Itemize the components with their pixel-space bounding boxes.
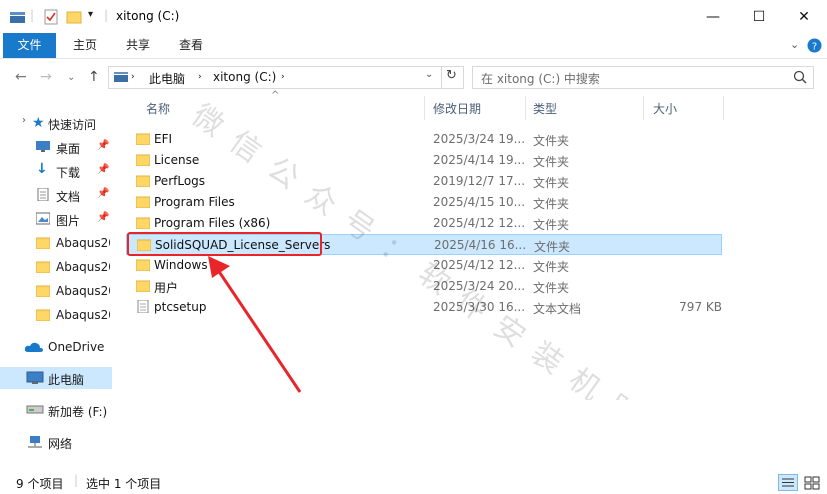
window-title: xitong (C:) [116,9,180,23]
column-divider [424,96,425,120]
desktop-icon [36,141,50,152]
folder-icon [136,217,150,229]
computer-icon [114,72,128,82]
pin-icon: 📌 [97,212,110,223]
drive-icon [26,405,44,414]
sidebar-item-folder[interactable]: Abaqus20 [0,280,112,302]
address-bar[interactable]: › 此电脑 › xitong (C:) › ⌄ ↻ [108,66,464,89]
sidebar-item-this-pc[interactable]: 此电脑 [0,367,112,389]
folder-icon [36,309,50,321]
details-view-icon[interactable] [778,474,798,491]
folder-icon [36,237,50,249]
folder-icon [36,285,50,297]
address-divider [441,67,442,88]
expand-arrow-icon[interactable]: › [22,115,26,126]
search-icon[interactable] [793,70,807,84]
search-box[interactable]: 在 xitong (C:) 中搜索 [472,66,814,89]
column-header-size[interactable]: 大小 [653,100,677,117]
pin-icon: 📌 [97,188,110,199]
item-count: 9 个项目 [16,477,64,491]
breadcrumb-chevron-icon: › [131,72,135,82]
maximize-button[interactable]: ☐ [736,0,782,33]
sidebar-item-folder[interactable]: Abaqus20 [0,232,112,254]
column-divider [525,96,526,120]
sidebar-item-pictures[interactable]: 图片 📌 [0,208,112,230]
new-folder-icon[interactable] [66,9,82,25]
annotation-arrow-icon [208,256,302,393]
tab-share[interactable]: 共享 [114,33,162,58]
pin-icon: 📌 [97,164,110,175]
sidebar-item-drive-f[interactable]: 新加卷 (F:) [0,399,112,421]
title-bar: | ▾ | xitong (C:) — ☐ ✕ [0,0,827,33]
recent-locations-icon[interactable]: ⌄ [67,72,75,83]
column-header-type[interactable]: 类型 [533,100,557,117]
folder-icon [136,154,150,166]
download-icon: ↓ [36,161,48,177]
column-header-modified[interactable]: 修改日期 [433,100,481,117]
column-divider [643,96,644,120]
svg-text:?: ? [812,42,817,53]
up-icon[interactable]: ↑ [88,69,100,85]
network-icon [28,436,42,448]
pin-icon: 📌 [97,140,110,151]
tab-view[interactable]: 查看 [167,33,215,58]
customize-toolbar-icon[interactable]: ▾ [88,9,93,20]
file-row[interactable]: License 2025/4/14 19... 文件夹 [126,150,722,171]
sort-ascending-icon: ^ [271,90,280,101]
text-file-icon [137,300,149,313]
document-icon [37,188,49,201]
breadcrumb-drive[interactable]: xitong (C:) [213,70,276,84]
navigation-pane: › ★ 快速访问 桌面 📌 ↓ 下载 📌 文档 📌 图片 📌 Abaqus20 … [0,98,112,468]
large-icons-view-icon[interactable] [802,474,822,491]
column-header-name[interactable]: 名称 [146,100,170,117]
forward-icon[interactable]: → [40,69,52,85]
file-row[interactable]: Program Files (x86) 2025/4/12 12... 文件夹 [126,213,722,234]
computer-icon [26,371,44,384]
status-divider: | [74,473,79,487]
title-separator-2: | [104,8,109,22]
sidebar-item-folder[interactable]: Abaqus20 [0,304,112,326]
status-bar: 9 个项目 | 选中 1 个项目 [0,472,827,494]
ribbon-tabs: 文件 主页 共享 查看 ⌄ ? [0,33,827,59]
file-row[interactable]: PerfLogs 2019/12/7 17... 文件夹 [126,171,722,192]
address-dropdown-icon[interactable]: ⌄ [425,69,433,80]
back-icon[interactable]: ← [15,69,27,85]
sidebar-item-folder[interactable]: Abaqus20 [0,256,112,278]
file-row[interactable]: EFI 2025/3/24 19... 文件夹 [126,129,722,150]
help-icon[interactable]: ? [807,38,822,53]
sidebar-item-quick-access[interactable]: › ★ 快速访问 [0,112,112,134]
star-icon: ★ [32,115,45,131]
file-row[interactable]: Program Files 2025/4/15 10... 文件夹 [126,192,722,213]
column-divider [723,96,724,120]
sidebar-item-onedrive[interactable]: OneDrive [0,336,112,358]
tab-home[interactable]: 主页 [61,33,109,58]
selection-count: 选中 1 个项目 [86,477,162,491]
folder-icon [36,261,50,273]
expand-ribbon-icon[interactable]: ⌄ [790,38,799,51]
folder-icon [136,196,150,208]
folder-icon [136,259,150,271]
sidebar-item-documents[interactable]: 文档 📌 [0,184,112,206]
explorer-icon[interactable] [9,9,27,25]
sidebar-item-desktop[interactable]: 桌面 📌 [0,136,112,158]
breadcrumb-chevron-icon: › [198,72,202,82]
title-separator: | [30,8,35,22]
close-button[interactable]: ✕ [781,0,827,33]
picture-icon [36,212,50,225]
cloud-icon [24,342,43,352]
folder-icon [136,175,150,187]
folder-icon [136,133,150,145]
sidebar-item-downloads[interactable]: ↓ 下载 📌 [0,160,112,182]
folder-icon [136,280,150,292]
minimize-button[interactable]: — [690,0,736,33]
tab-file[interactable]: 文件 [3,33,56,58]
refresh-icon[interactable]: ↻ [446,68,457,83]
sidebar-item-network[interactable]: 网络 [0,431,112,453]
search-placeholder: 在 xitong (C:) 中搜索 [481,72,600,86]
breadcrumb-this-pc[interactable]: 此电脑 [149,70,185,87]
properties-icon[interactable] [43,9,59,25]
breadcrumb-chevron-icon: › [281,72,285,82]
